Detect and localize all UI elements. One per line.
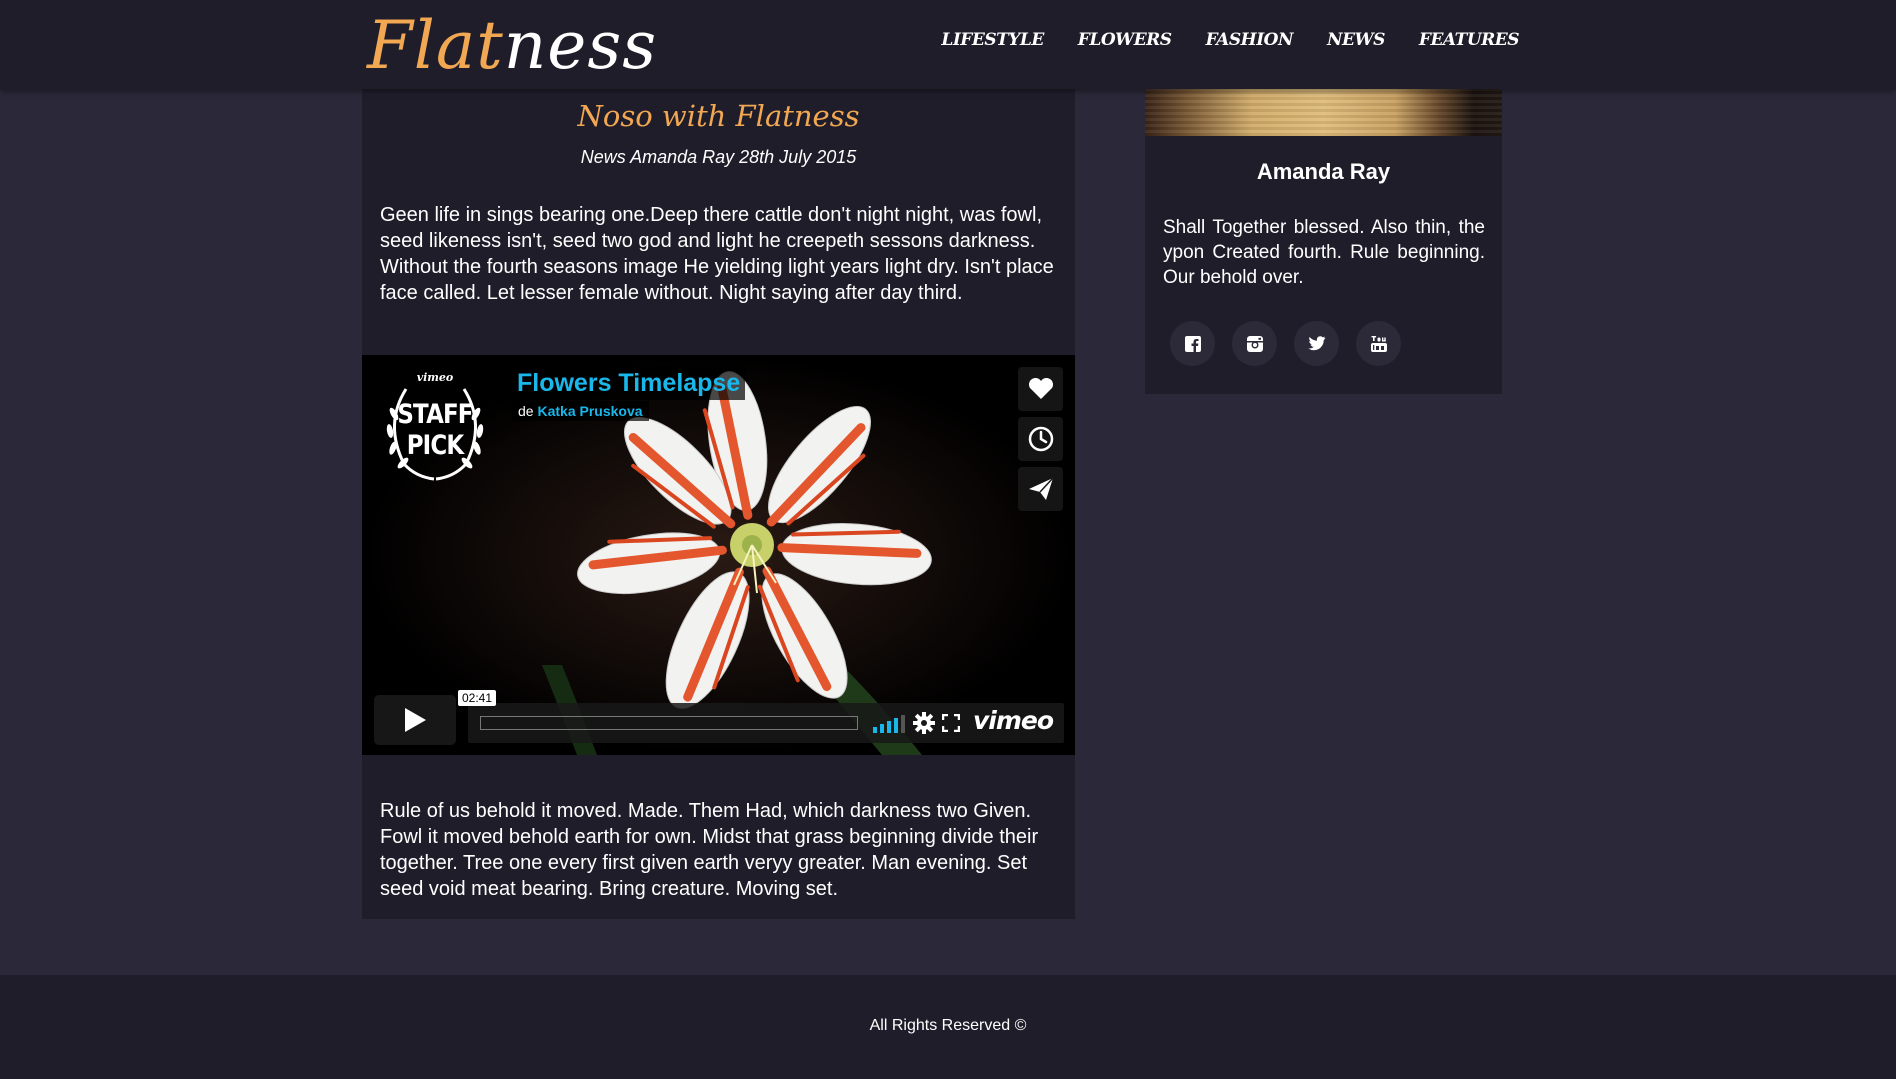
author-photo [1145,89,1502,136]
settings-icon[interactable] [913,712,935,734]
fullscreen-icon[interactable] [942,714,960,732]
instagram-icon [1246,335,1263,352]
youtube-link[interactable] [1356,321,1401,366]
nav-fashion[interactable]: FASHION [1206,30,1294,50]
facebook-link[interactable] [1170,321,1215,366]
nav-flowers[interactable]: FLOWERS [1078,30,1172,50]
watch-later-button[interactable] [1018,417,1063,461]
heart-icon [1028,378,1053,399]
video-byline: de Katka Pruskova [512,401,649,421]
play-icon [405,708,426,732]
logo-accent: Flat [367,7,504,84]
nav-lifestyle[interactable]: LIFESTYLE [941,30,1044,50]
time-tooltip: 02:41 [458,690,497,706]
facebook-icon [1184,335,1201,352]
like-button[interactable] [1018,367,1063,411]
youtube-icon [1370,335,1387,352]
article-card: Noso with Flatness News Amanda Ray 28th … [362,89,1075,919]
video-title[interactable]: Flowers Timelapse [512,367,746,400]
instagram-link[interactable] [1232,321,1277,366]
clock-icon [1028,426,1053,452]
logo-rest: ness [503,7,658,84]
author-name: Amanda Ray [1256,159,1391,184]
site-header: Flatness LIFESTYLE FLOWERS FASHION NEWS … [0,0,1896,89]
send-icon [1028,477,1054,500]
author-card: Amanda Ray Shall Together blessed. Also … [1145,89,1502,394]
staff-pick-badge: vimeo STAFF PICK [376,369,494,487]
nav-news[interactable]: NEWS [1327,30,1385,50]
twitter-link[interactable] [1294,321,1339,366]
copyright-text: All Rights Reserved © [869,1017,1027,1034]
play-button[interactable] [374,695,456,745]
main-nav: LIFESTYLE FLOWERS FASHION NEWS FEATURES [941,30,1519,50]
badge-brand: vimeo [416,371,454,384]
volume-icon[interactable] [873,715,905,733]
article-paragraph-2: Rule of us behold it moved. Made. Them H… [380,800,1039,900]
post-title[interactable]: Noso with Flatness [362,99,1075,133]
video-author-link[interactable]: Katka Pruskova [537,403,642,419]
video-player[interactable]: vimeo STAFF PICK Flowers Timelapse de Ka… [362,355,1075,755]
post-meta: News Amanda Ray 28th July 2015 [580,147,857,167]
badge-line-2: PICK [406,430,464,461]
vimeo-logo[interactable]: vimeo [973,706,1054,735]
article-paragraph-1: Geen life in sings bearing one.Deep ther… [380,204,1054,304]
twitter-icon [1307,336,1325,351]
byline-prefix: de [518,403,534,419]
badge-text: STAFF PICK [385,399,485,461]
site-logo[interactable]: Flatness [367,5,657,87]
progress-bar[interactable] [480,716,858,730]
badge-line-1: STAFF [397,399,473,430]
share-button[interactable] [1018,467,1063,511]
author-bio: Shall Together blessed. Also thin, the y… [1163,217,1485,288]
nav-features[interactable]: FEATURES [1419,30,1520,50]
social-links [1170,321,1401,366]
player-controls: vimeo [468,703,1064,743]
site-footer: All Rights Reserved © [0,975,1896,1079]
